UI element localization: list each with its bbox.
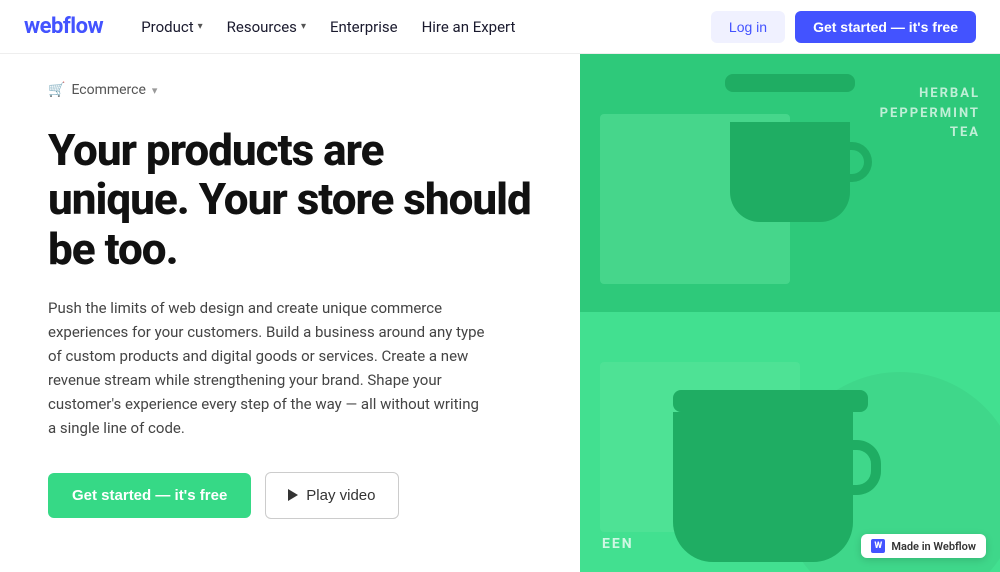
- right-panel-inner: HERBAL PEPPERMINT TEA EEN: [580, 54, 1000, 572]
- hero-description: Push the limits of web design and create…: [48, 296, 488, 440]
- nav-resources-chevron: ▾: [301, 21, 306, 32]
- hero-heading: Your products are unique. Your store sho…: [48, 126, 532, 274]
- nav-items: Product ▾ Resources ▾ Enterprise Hire an…: [131, 12, 711, 42]
- cup-top: [710, 74, 870, 234]
- cart-icon: 🛒: [48, 82, 65, 98]
- nav-hire-expert[interactable]: Hire an Expert: [412, 12, 526, 42]
- nav-hire-expert-label: Hire an Expert: [422, 18, 516, 36]
- webflow-logo[interactable]: webflow: [24, 14, 103, 39]
- main-content: 🛒 Ecommerce ▾ Your products are unique. …: [0, 54, 1000, 572]
- product-image-top: HERBAL PEPPERMINT TEA: [580, 54, 1000, 314]
- nav-resources[interactable]: Resources ▾: [217, 12, 316, 42]
- nav-product-label: Product: [141, 18, 193, 36]
- play-video-label: Play video: [306, 487, 375, 504]
- nav-resources-label: Resources: [227, 18, 297, 36]
- product-label-line3: TEA: [880, 123, 980, 143]
- login-button[interactable]: Log in: [711, 11, 785, 43]
- left-panel: 🛒 Ecommerce ▾ Your products are unique. …: [0, 54, 580, 572]
- nav-product[interactable]: Product ▾: [131, 12, 212, 42]
- cup-body-bottom: [673, 412, 853, 562]
- navbar: webflow Product ▾ Resources ▾ Enterprise…: [0, 0, 1000, 54]
- nav-actions: Log in Get started — it's free: [711, 11, 976, 43]
- product-label-line1: HERBAL: [880, 84, 980, 104]
- nav-enterprise[interactable]: Enterprise: [320, 12, 408, 42]
- bottom-label-text: EEN: [602, 536, 634, 552]
- cup-body-top: [730, 122, 850, 222]
- product-label-line2: PEPPERMINT: [880, 104, 980, 124]
- made-in-webflow-badge[interactable]: W Made in Webflow: [861, 534, 986, 558]
- signup-button[interactable]: Get started — it's free: [795, 11, 976, 43]
- nav-enterprise-label: Enterprise: [330, 18, 398, 36]
- play-icon: [288, 489, 298, 501]
- product-image-bottom: EEN: [580, 312, 1000, 572]
- cup-rim-top: [725, 74, 855, 92]
- right-panel: HERBAL PEPPERMINT TEA EEN: [580, 54, 1000, 572]
- product-label: HERBAL PEPPERMINT TEA: [880, 84, 980, 143]
- breadcrumb[interactable]: 🛒 Ecommerce ▾: [48, 82, 532, 98]
- webflow-badge-icon: W: [871, 539, 885, 553]
- webflow-badge-text: Made in Webflow: [891, 540, 976, 553]
- cta-secondary-button[interactable]: Play video: [265, 472, 398, 519]
- bottom-label: EEN: [602, 536, 634, 552]
- cta-buttons: Get started — it's free Play video: [48, 472, 532, 519]
- cup-handle-top: [850, 142, 872, 182]
- breadcrumb-label: Ecommerce: [71, 82, 145, 98]
- cta-primary-button[interactable]: Get started — it's free: [48, 473, 251, 518]
- breadcrumb-chevron-icon: ▾: [152, 84, 158, 97]
- cup-rim-bottom: [673, 390, 868, 412]
- cup-bottom-container: [673, 390, 868, 562]
- nav-product-chevron: ▾: [198, 21, 203, 32]
